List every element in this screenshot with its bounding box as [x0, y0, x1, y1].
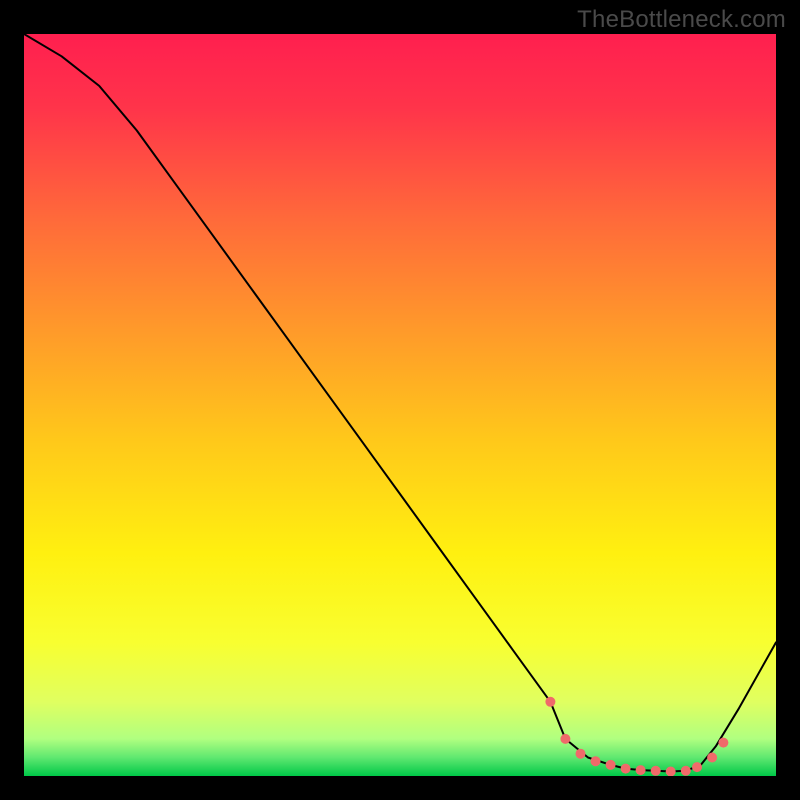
marker-point [718, 738, 728, 748]
marker-point [651, 766, 661, 776]
gradient-background [24, 34, 776, 776]
watermark-text: TheBottleneck.com [577, 6, 786, 34]
marker-point [621, 764, 631, 774]
chart-container: TheBottleneck.com [0, 0, 800, 800]
marker-point [576, 749, 586, 759]
marker-point [636, 765, 646, 775]
plot-area [24, 34, 776, 776]
marker-point [545, 697, 555, 707]
marker-point [560, 734, 570, 744]
marker-point [681, 766, 691, 776]
marker-point [591, 756, 601, 766]
marker-point [692, 762, 702, 772]
plot-svg [24, 34, 776, 776]
marker-point [707, 753, 717, 763]
marker-point [606, 760, 616, 770]
